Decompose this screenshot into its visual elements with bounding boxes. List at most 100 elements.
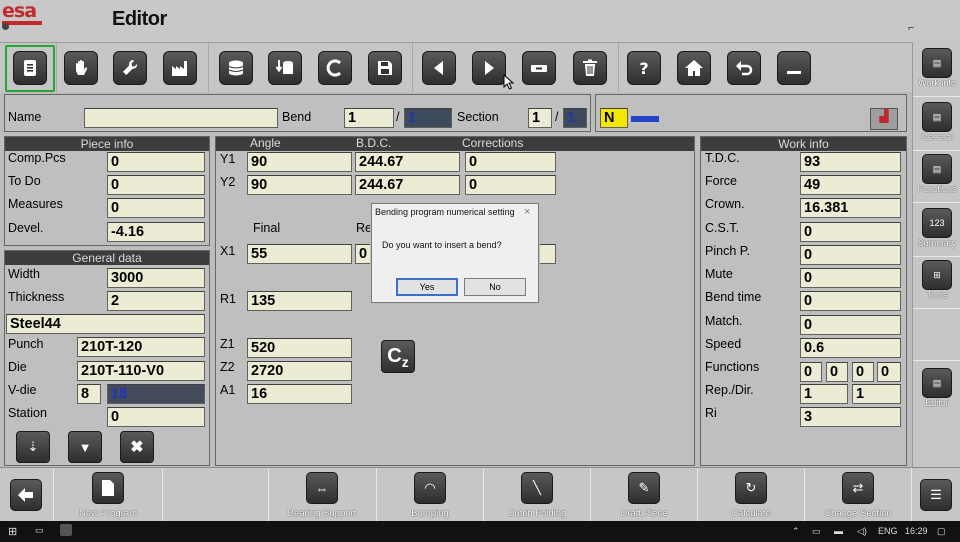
cst-field[interactable]: 0 [800, 222, 901, 242]
home-icon [685, 60, 703, 76]
r1-field[interactable]: 135 [247, 291, 352, 311]
y2-angle-field[interactable]: 90 [247, 175, 352, 195]
tdc-field[interactable]: 93 [800, 152, 901, 172]
database-import-button[interactable] [268, 51, 302, 85]
z1-field[interactable]: 520 [247, 338, 352, 358]
dir-field[interactable]: 1 [852, 384, 901, 404]
y1-angle-field[interactable]: 90 [247, 152, 352, 172]
help-button[interactable]: ? [627, 51, 661, 85]
punch-view-button[interactable]: ▼ [68, 431, 102, 463]
delete-button[interactable] [573, 51, 607, 85]
draft-piece-button[interactable]: ✎ Draft Piece [592, 468, 696, 522]
cz-button[interactable]: Cz [381, 340, 415, 373]
function-field-4[interactable]: 0 [877, 362, 901, 382]
right-menu-editor[interactable]: ▤ Editor [915, 364, 959, 414]
dialog-close-icon[interactable]: × [524, 206, 530, 218]
comp-pcs-field[interactable]: 0 [107, 152, 205, 172]
minimize-button[interactable] [777, 51, 811, 85]
right-menu-general[interactable]: ▤ General [915, 98, 959, 148]
language-indicator[interactable]: ENG [878, 526, 898, 536]
z2-field[interactable]: 2720 [247, 361, 352, 381]
tools-button[interactable] [113, 51, 147, 85]
robot-arm-icon: ⌐ [908, 22, 915, 34]
app-taskbar-icon[interactable] [60, 524, 72, 536]
x1-final-field[interactable]: 55 [247, 244, 352, 264]
v-die-field-b[interactable]: 18 [107, 384, 205, 404]
calculate-button[interactable]: ↻ Calculate [699, 468, 803, 522]
right-menu-tools[interactable]: ⊞ Tools [915, 256, 959, 306]
y1-corrections-field[interactable]: 0 [465, 152, 556, 172]
speed-field[interactable]: 0.6 [800, 338, 901, 358]
re-label: Re [356, 221, 372, 235]
y2-bdc-field[interactable]: 244.67 [355, 175, 460, 195]
hand-icon [76, 60, 88, 75]
match-field[interactable]: 0 [800, 315, 901, 335]
die-field[interactable]: 210T-110-V0 [77, 361, 205, 381]
right-menu-functions[interactable]: ▤ Functions [915, 150, 959, 200]
factory-button[interactable] [163, 51, 197, 85]
mute-field[interactable]: 0 [800, 268, 901, 288]
a1-field[interactable]: 16 [247, 384, 352, 404]
undo-button[interactable] [727, 51, 761, 85]
right-menu-summary[interactable]: 123 Summary [915, 204, 959, 254]
back-button[interactable] [6, 468, 46, 522]
y2-corrections-field[interactable]: 0 [465, 175, 556, 195]
program-page-button[interactable] [13, 51, 47, 85]
bearing-support-button[interactable]: ⇔ Bearing Support [270, 468, 374, 522]
ri-field[interactable]: 3 [800, 407, 901, 427]
right-menu-work-info[interactable]: ▤ Work info [915, 44, 959, 94]
notifications-icon[interactable]: ▢ [937, 526, 946, 537]
bumping-button[interactable]: ◠ Bumping [378, 468, 482, 522]
tool-remove-button[interactable]: ✖ [120, 431, 154, 463]
section-number-field[interactable]: 1 [528, 108, 552, 128]
section-total-field: 1 [563, 108, 587, 128]
name-field[interactable] [84, 108, 278, 128]
clock[interactable]: 16:29 [905, 526, 928, 536]
windows-start-icon[interactable]: ⊞ [8, 525, 17, 538]
name-label: Name [8, 110, 42, 124]
rep-field[interactable]: 1 [800, 384, 848, 404]
database-button[interactable] [219, 51, 253, 85]
next-button[interactable] [472, 51, 506, 85]
task-view-icon[interactable]: ▭ [35, 525, 44, 536]
force-field[interactable]: 49 [800, 175, 901, 195]
to-do-field[interactable]: 0 [107, 175, 205, 195]
measures-field[interactable]: 0 [107, 198, 205, 218]
thickness-field[interactable]: 2 [107, 291, 205, 311]
new-program-button[interactable]: New Program [56, 468, 160, 522]
width-field[interactable]: 3000 [107, 268, 205, 288]
dutch-folding-button[interactable]: ╲ Dutch Folding [485, 468, 589, 522]
tool-view-button[interactable]: ⇣ [16, 431, 50, 463]
a1-label: A1 [220, 383, 236, 397]
step-button[interactable] [522, 51, 556, 85]
function-field-2[interactable]: 0 [826, 362, 848, 382]
station-field[interactable]: 0 [107, 407, 205, 427]
function-field-3[interactable]: 0 [852, 362, 874, 382]
bend-time-field[interactable]: 0 [800, 291, 901, 311]
undo-arrow-icon [736, 61, 753, 76]
pinch-field[interactable]: 0 [800, 245, 901, 265]
save-button[interactable] [368, 51, 402, 85]
no-button[interactable]: No [464, 278, 526, 296]
bend-number-field[interactable]: 1 [344, 108, 394, 128]
v-die-field-a[interactable]: 8 [77, 384, 101, 404]
battery-icon[interactable]: ▬ [834, 526, 843, 536]
crown-field[interactable]: 16.381 [800, 198, 901, 218]
clear-button[interactable] [318, 51, 352, 85]
function-field-1[interactable]: 0 [800, 362, 822, 382]
menu-button[interactable]: ☰ [916, 468, 956, 522]
material-field[interactable]: Steel44 [6, 314, 205, 334]
x1-extra-field[interactable] [537, 244, 556, 264]
home-button[interactable] [677, 51, 711, 85]
punch-field[interactable]: 210T-120 [77, 337, 205, 357]
change-section-button[interactable]: ⇄ Change Section [806, 468, 910, 522]
yes-button[interactable]: Yes [396, 278, 458, 296]
volume-icon[interactable]: ◁) [857, 526, 867, 537]
tray-chevron-icon[interactable]: ⌃ [792, 526, 800, 537]
previous-button[interactable] [422, 51, 456, 85]
minus-box-icon [531, 65, 547, 72]
manual-button[interactable] [64, 51, 98, 85]
machine-icon[interactable]: ▟ [870, 108, 898, 130]
network-icon[interactable]: ▭ [812, 526, 821, 537]
y1-bdc-field[interactable]: 244.67 [355, 152, 460, 172]
